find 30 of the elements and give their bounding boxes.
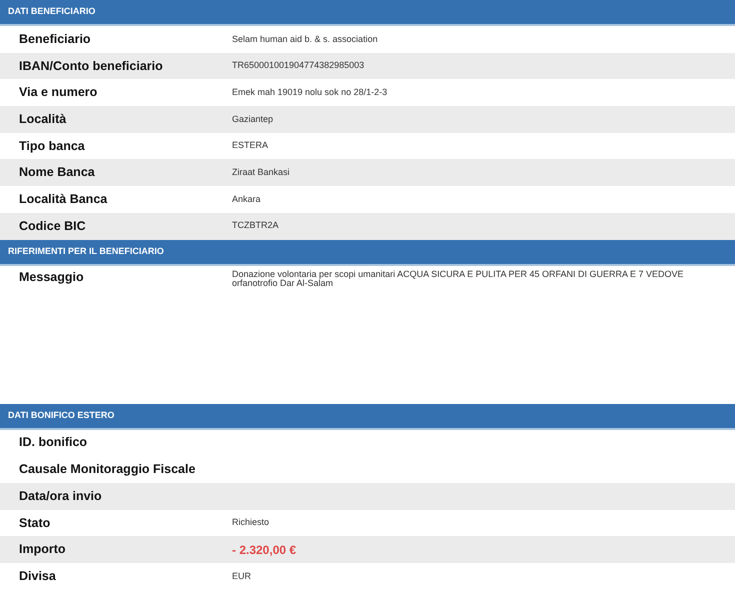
field-label: Data/ora invio	[18, 488, 103, 505]
field-label: Località Banca	[18, 191, 108, 208]
field-label: Località	[18, 111, 68, 128]
field-label: IBAN/Conto beneficiario	[18, 58, 164, 75]
field-value: Ziraat Bankasi	[232, 166, 290, 180]
field-value: TCZBTR2A	[232, 219, 279, 232]
field-label: ID. bonifico	[18, 434, 88, 452]
field-value: Richiesto	[232, 516, 270, 530]
section-title: DATI BONIFICO ESTERO	[8, 408, 114, 422]
field-value: Selam human aid b. & s. association	[232, 32, 378, 46]
field-value: EUR	[232, 570, 252, 583]
field-value: TR650001001904774382985003	[232, 59, 364, 72]
field-label: Beneficiario	[18, 30, 92, 48]
field-value: ESTERA	[232, 139, 268, 152]
field-label: Via e numero	[18, 84, 98, 102]
field-label: Stato	[18, 514, 52, 532]
section-title: DATI BENEFICIARIO	[8, 5, 96, 18]
field-label: Tipo banca	[18, 138, 86, 155]
field-label: Causale Monitoraggio Fiscale	[18, 461, 196, 478]
field-value: Ankara	[232, 192, 261, 206]
field-value: Emek mah 19019 nolu sok no 28/1-2-3	[232, 86, 388, 99]
field-label: Codice BIC	[18, 218, 87, 235]
field-label: Nome Banca	[18, 164, 96, 182]
field-label: Messaggio	[18, 268, 85, 286]
field-value: Donazione volontaria per scopi umanitari ACQUA SICURA E PULITA PER 45 ORFANI DI GUERRA E 7 VEDOVE orfanotrofio Dar Al-Salam	[232, 268, 685, 288]
amount-value: - 2.320,00 €	[232, 542, 296, 559]
field-label: Importo	[18, 541, 67, 558]
field-label: Divisa	[18, 568, 57, 585]
field-value: Gaziantep	[232, 112, 274, 126]
section-title: RIFERIMENTI PER IL BENEFICIARIO	[8, 244, 164, 258]
